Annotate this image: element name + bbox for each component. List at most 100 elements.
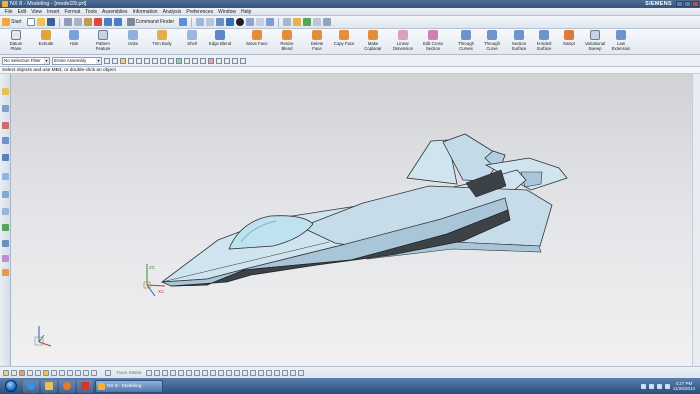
- extrude-button[interactable]: Extrude: [36, 30, 56, 54]
- midpoint-snap-icon[interactable]: [35, 369, 41, 376]
- fit-view-icon[interactable]: [196, 18, 205, 26]
- face-snap-icon[interactable]: [232, 57, 238, 64]
- new-file-icon[interactable]: [26, 18, 35, 26]
- grid-icon[interactable]: [11, 369, 17, 376]
- n-sided-surface-button[interactable]: N-sided Surface: [533, 30, 555, 54]
- hd3d-tools-icon[interactable]: [2, 154, 9, 161]
- make-coplanar-button[interactable]: Make Coplanar: [362, 30, 384, 54]
- mirror-curve-icon[interactable]: [234, 369, 241, 376]
- volume-icon[interactable]: [664, 383, 670, 389]
- zoom-icon[interactable]: [206, 18, 215, 26]
- select-all-icon[interactable]: [112, 57, 118, 64]
- menu-format[interactable]: Format: [62, 9, 83, 15]
- arc-center-icon[interactable]: [160, 57, 166, 64]
- variational-sweep-button[interactable]: Variational Sweep: [582, 30, 608, 54]
- length-icon[interactable]: [282, 369, 289, 376]
- edge-blend-button[interactable]: Edge Blend: [206, 30, 234, 54]
- menu-help[interactable]: Help: [238, 9, 253, 15]
- nx-icon[interactable]: [77, 379, 93, 393]
- arc-icon[interactable]: [75, 369, 81, 376]
- process-studio-icon[interactable]: [2, 224, 9, 231]
- aircraft-model[interactable]: ZC XC: [11, 74, 700, 366]
- wcs-icon[interactable]: [266, 18, 275, 26]
- command-finder[interactable]: Command Finder: [126, 18, 174, 26]
- sketch-icon[interactable]: [51, 369, 57, 376]
- intersection-icon[interactable]: [152, 57, 158, 64]
- paste-icon[interactable]: [83, 18, 92, 26]
- extend-curve-icon[interactable]: [210, 369, 217, 376]
- render-style-icon[interactable]: [236, 18, 245, 26]
- explorer-icon[interactable]: [41, 379, 57, 393]
- datum-plane-button[interactable]: Datum Plane: [6, 30, 26, 54]
- unite-button[interactable]: Unite: [124, 30, 142, 54]
- curve-snap-icon[interactable]: [224, 57, 230, 64]
- layer-icon[interactable]: [256, 18, 265, 26]
- start-orb-icon[interactable]: [5, 380, 17, 392]
- clock[interactable]: 4:27 PM 11/26/2014: [673, 381, 695, 391]
- assembly-navigator-icon[interactable]: [2, 88, 9, 95]
- ie-icon[interactable]: [23, 379, 39, 393]
- menu-analysis[interactable]: Analysis: [160, 9, 184, 15]
- law-extension-button[interactable]: Law Extension: [610, 30, 632, 54]
- analysis-icon[interactable]: [283, 18, 292, 26]
- fillet-icon[interactable]: [186, 369, 193, 376]
- menu-edit[interactable]: Edit: [15, 9, 29, 15]
- measure-icon[interactable]: [293, 18, 302, 26]
- polygon-icon[interactable]: [178, 369, 185, 376]
- line-icon[interactable]: [67, 369, 73, 376]
- minimize-button[interactable]: [676, 1, 683, 7]
- tangent-icon[interactable]: [216, 57, 222, 64]
- maximize-button[interactable]: [684, 1, 691, 7]
- swept-button[interactable]: Swept: [560, 30, 578, 54]
- join-curve-icon[interactable]: [258, 369, 265, 376]
- history-icon[interactable]: [2, 191, 9, 198]
- project-curve-icon[interactable]: [226, 369, 233, 376]
- text-curve-icon[interactable]: [298, 369, 305, 376]
- shell-button[interactable]: Shell: [184, 30, 200, 54]
- through-curve-button[interactable]: Through Curve: [481, 30, 503, 54]
- edit-cross-section-button[interactable]: Edit Cross Section: [420, 30, 446, 54]
- menu-preferences[interactable]: Preferences: [184, 9, 216, 15]
- close-button[interactable]: [692, 1, 699, 7]
- copy-face-button[interactable]: Copy Face: [331, 30, 357, 54]
- move-face-button[interactable]: Move Face: [244, 30, 270, 54]
- copy-icon[interactable]: [73, 18, 82, 26]
- viewport-side-strip[interactable]: [692, 74, 700, 366]
- trim-curve-icon[interactable]: [202, 369, 209, 376]
- redo-icon[interactable]: [113, 18, 122, 26]
- menu-insert[interactable]: Insert: [44, 9, 62, 15]
- through-curves-button[interactable]: Through Curves: [455, 30, 477, 54]
- start-button[interactable]: Start: [2, 18, 22, 26]
- pole-icon[interactable]: [208, 57, 214, 64]
- body-snap-icon[interactable]: [240, 57, 246, 64]
- control-point-icon[interactable]: [144, 57, 150, 64]
- existing-point-icon[interactable]: [176, 57, 182, 64]
- hole-button[interactable]: Hole: [66, 30, 82, 54]
- menu-file[interactable]: File: [2, 9, 15, 15]
- roles-icon[interactable]: [2, 255, 9, 262]
- curve-pick-icon[interactable]: [43, 369, 49, 376]
- snap-view-icon[interactable]: [179, 18, 188, 26]
- inferred-point-icon[interactable]: [19, 369, 25, 376]
- delete-face-button[interactable]: Delete Face: [307, 30, 327, 54]
- edit-curve-icon[interactable]: [274, 369, 281, 376]
- divide-curve-icon[interactable]: [266, 369, 273, 376]
- filter-icon[interactable]: [104, 57, 110, 64]
- rectangle-icon[interactable]: [91, 369, 97, 376]
- system-scenes-icon[interactable]: [2, 269, 9, 276]
- orient-view-icon[interactable]: [246, 18, 255, 26]
- polyline-icon[interactable]: [154, 369, 161, 376]
- intersect-curve-icon[interactable]: [242, 369, 249, 376]
- circle-icon[interactable]: [83, 369, 89, 376]
- flag-icon[interactable]: [648, 383, 654, 389]
- manufacturing-wizards-icon[interactable]: [2, 240, 9, 247]
- mid-point-icon[interactable]: [136, 57, 142, 64]
- linear-dimension-button[interactable]: Linear Dimension: [390, 30, 416, 54]
- selection-scope-dropdown[interactable]: Entire Assembly ▾: [52, 56, 102, 65]
- selection-icon[interactable]: [313, 18, 322, 26]
- snap-icon[interactable]: [3, 369, 9, 376]
- undo-icon[interactable]: [103, 18, 112, 26]
- menu-assemblies[interactable]: Assemblies: [99, 9, 130, 15]
- shaded-view-icon[interactable]: [226, 18, 235, 26]
- web-browser-icon[interactable]: [2, 173, 9, 180]
